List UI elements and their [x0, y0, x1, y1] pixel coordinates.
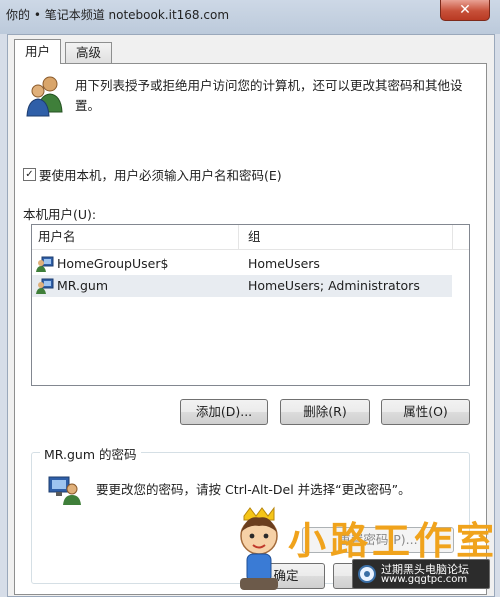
monitor-user-icon [48, 476, 81, 505]
intro-text: 用下列表授予或拒绝用户访问您的计算机，还可以更改其密码和其他设置。 [75, 78, 463, 113]
column-divider[interactable] [452, 225, 453, 249]
user-group-cell: HomeUsers [248, 256, 320, 271]
password-group-title: MR.gum 的密码 [40, 444, 141, 463]
column-header-username[interactable]: 用户名 [32, 225, 76, 249]
password-instructions: 要更改您的密码，请按 Ctrl-Alt-Del 并选择“更改密码”。 [96, 482, 411, 497]
column-divider[interactable] [238, 225, 239, 249]
properties-button[interactable]: 属性(O) [381, 399, 470, 425]
user-list[interactable]: 用户名 组 HomeGroupUser$ HomeUsers MR.gum Ho… [31, 224, 470, 386]
list-header: 用户名 组 [32, 225, 469, 250]
user-row[interactable]: HomeGroupUser$ HomeUsers [32, 253, 452, 275]
remove-button[interactable]: 删除(R) [280, 399, 370, 425]
tab-users-label: 用户 [25, 44, 51, 59]
tab-advanced-label: 高级 [76, 45, 102, 60]
watermark: 小路工作室 过期黑头电脑论坛 www.gqgtpc.com [228, 500, 500, 595]
user-name-cell: MR.gum [57, 278, 109, 293]
require-login-label[interactable]: 要使用本机，用户必须输入用户名和密码(E) [39, 165, 282, 184]
user-row[interactable]: MR.gum HomeUsers; Administrators [32, 275, 452, 297]
watermark-line2: www.gqgtpc.com [381, 574, 468, 585]
close-button[interactable]: ✕ [440, 0, 490, 21]
column-header-group[interactable]: 组 [242, 225, 261, 249]
local-users-label: 本机用户(U): [23, 207, 97, 222]
user-icon [36, 278, 54, 294]
window-title: 你的 • 笔记本频道 notebook.it168.com [6, 8, 230, 22]
user-name-cell: HomeGroupUser$ [57, 256, 169, 271]
users-icon [26, 76, 63, 117]
tab-users[interactable]: 用户 [14, 39, 62, 64]
mascot-icon [240, 506, 278, 590]
user-group-cell: HomeUsers; Administrators [248, 278, 420, 293]
checkmark-icon: ✓ [25, 169, 34, 180]
user-icon [36, 256, 54, 272]
watermark-brand: 小路工作室 [288, 519, 499, 563]
tab-advanced[interactable]: 高级 [65, 42, 113, 63]
add-button[interactable]: 添加(D)... [180, 399, 268, 425]
watermark-badge: 过期黑头电脑论坛 www.gqgtpc.com [352, 559, 490, 589]
require-login-checkbox[interactable]: ✓ [23, 168, 36, 181]
close-icon: ✕ [459, 2, 471, 18]
title-bar: 你的 • 笔记本频道 notebook.it168.com ✕ [0, 0, 500, 34]
logo-icon [358, 565, 376, 583]
